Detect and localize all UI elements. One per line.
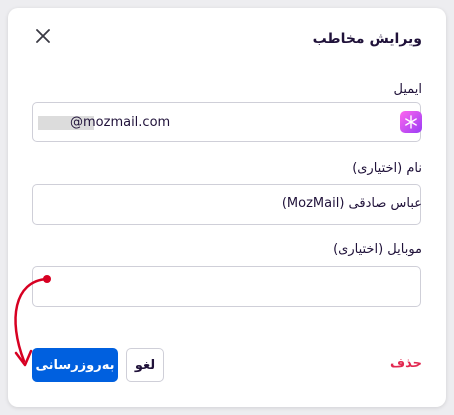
- email-label: ایمیل: [393, 82, 422, 97]
- close-icon[interactable]: [32, 25, 54, 47]
- delete-button[interactable]: حذف: [390, 356, 422, 371]
- edit-contact-dialog: ویرایش مخاطب ایمیل @mozmail.com نام (اخت…: [8, 8, 446, 407]
- update-button[interactable]: به‌روزرسانی: [32, 348, 118, 382]
- mobile-field[interactable]: [32, 266, 421, 307]
- name-label: نام (اختیاری): [352, 161, 422, 176]
- mask-icon: [400, 111, 422, 133]
- mobile-label: موبایل (اختیاری): [333, 242, 422, 257]
- email-value: @mozmail.com: [70, 115, 171, 130]
- name-value: عباس صادقی (MozMail): [281, 196, 422, 211]
- dialog-title: ویرایش مخاطب: [312, 31, 422, 47]
- cancel-button[interactable]: لغو: [126, 348, 164, 382]
